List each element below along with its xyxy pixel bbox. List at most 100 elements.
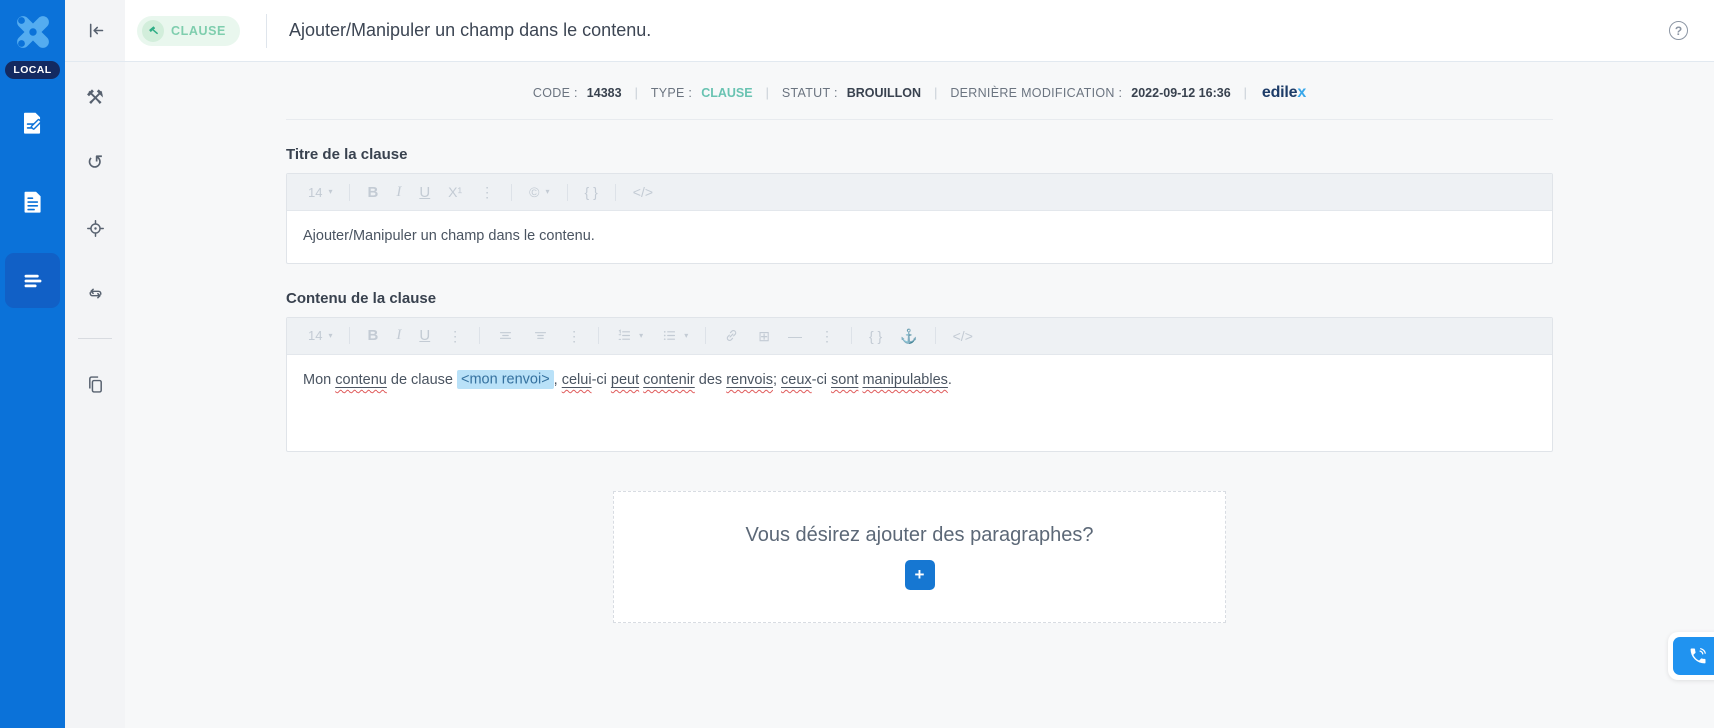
italic-button[interactable]: I [387,328,410,343]
locate-button[interactable] [75,208,115,248]
align-overflow-button[interactable]: ⋮ [558,329,590,343]
meta-value: 14383 [586,86,622,100]
help-button[interactable]: ? [1669,21,1688,40]
misspelled-word: ceux [781,372,812,388]
doc-edit-icon [20,110,46,136]
repeat-button[interactable] [75,273,115,313]
app-root: LOCAL ⚒ ↺ CLAUSE Ajouter/Manipuler un cha… [0,0,1714,728]
phone-button[interactable] [1673,637,1714,675]
add-paragraph-button[interactable]: + [904,559,935,590]
question-mark-icon: ? [1674,23,1683,38]
misspelled-word-text: renvois [726,371,773,388]
sidebar-item-redaction[interactable] [5,95,60,150]
chevron-down-icon: ▾ [684,330,689,340]
align-center-button[interactable] [523,327,558,344]
support-phone-container [1668,632,1714,680]
superscript-button[interactable]: X¹ [439,185,471,199]
link-button[interactable] [714,327,749,344]
title-section: Titre de la clause 14 ▾ B I U X¹ ⋮ © ▾{ } </> Ajo… [286,146,1553,264]
insert-table-glyph: ⊞ [758,327,770,344]
align-overflow-glyph: ⋮ [567,327,582,344]
bold-button[interactable]: B [358,328,387,343]
meta-separator: | [934,86,938,100]
toolbar-separator [598,327,600,345]
italic-button[interactable]: I [387,184,410,200]
collapse-sidebar-button[interactable] [75,11,115,51]
page-title: Ajouter/Manipuler un champ dans le conte… [289,20,652,40]
horizontal-rule-button[interactable]: — [779,329,811,343]
edilex-logo: edilex [1262,84,1306,102]
content-editor-content[interactable]: Mon contenu de clause <mon renvoi>, celu… [287,355,1552,451]
misspelled-word: peut [611,372,639,388]
toolbar-separator [479,327,481,345]
header-divider [266,13,267,48]
underline-button[interactable]: U [410,185,439,200]
misspelled-word-text: contenu [335,371,387,388]
braces-button[interactable]: { } [576,185,607,199]
toolbar-separator [705,327,707,345]
braces-button[interactable]: { } [860,329,891,343]
bold-glyph: B [367,327,379,345]
copy-button[interactable] [75,364,115,404]
overflow-menu-glyph: ⋮ [480,184,495,200]
misspelled-word-text: sont [831,371,859,388]
source-code-glyph: </> [952,327,973,344]
bold-button[interactable]: B [358,185,387,200]
chevron-down-icon: ▾ [639,330,644,340]
title-text: Ajouter/Manipuler un champ dans le conte… [303,228,595,244]
gavel-icon [142,19,164,42]
misspelled-word: sont [831,372,858,388]
edilex-logo-x: x [1297,84,1307,101]
misspelled-word-text: celui [561,371,592,388]
sidebar-divider [78,338,112,339]
insert-overflow-glyph: ⋮ [819,327,834,344]
toolbar-separator [850,327,852,345]
anchor-glyph: ⚓ [900,327,918,344]
braces-glyph: { } [868,327,883,344]
renvoi-field-chip[interactable]: <mon renvoi> [457,370,554,390]
underline-button[interactable]: U [410,328,439,343]
page-header: CLAUSE Ajouter/Manipuler un champ dans l… [125,0,1714,62]
special-characters-button[interactable]: © ▾ [520,185,558,199]
source-code-button[interactable]: </> [944,329,982,343]
meta-value: BROUILLON [846,86,922,100]
overflow-menu-button[interactable]: ⋮ [471,185,503,199]
environment-badge: LOCAL [5,61,60,79]
braces-glyph: { } [584,184,598,200]
list-ol-icon [616,327,633,344]
tools-nav: ⚒ ↺ [75,78,115,404]
font-size-select[interactable]: 14 ▾ [299,329,341,342]
tools-button[interactable]: ⚒ [75,78,115,118]
history-button[interactable]: ↺ [75,143,115,183]
source-code-button[interactable]: </> [624,185,662,199]
sidebar-item-documents[interactable] [5,174,60,229]
clause-type-badge: CLAUSE [137,15,240,46]
content-editor: 14 ▾ B I U ⋮ ⋮ ▾ ▾ ⊞ — ⋮ { } ⚓ </> Mon contenu de clau… [286,316,1553,452]
tools-icon: ⚒ [86,87,104,109]
align-left-button[interactable] [488,327,523,344]
ordered-list-button[interactable]: ▾ [607,327,652,344]
title-editor-content[interactable]: Ajouter/Manipuler un champ dans le conte… [287,211,1552,263]
meta-label: CODE : [532,86,578,100]
insert-overflow-button[interactable]: ⋮ [811,329,843,343]
bold-glyph: B [367,183,379,201]
content-section: Contenu de la clause 14 ▾ B I U ⋮ ⋮ ▾ ▾ ⊞ — ⋮ { } ⚓ </… [286,290,1553,452]
font-size-select[interactable]: 14 ▾ [299,186,341,199]
content-editor-toolbar: 14 ▾ B I U ⋮ ⋮ ▾ ▾ ⊞ — ⋮ { } ⚓ </> [287,317,1552,355]
doc-icon [20,189,46,215]
insert-table-button[interactable]: ⊞ [749,329,779,343]
meta-label: DERNIÈRE MODIFICATION : [950,86,1123,100]
anchor-button[interactable]: ⚓ [891,329,926,343]
app-logo-icon[interactable] [11,10,55,54]
title-editor: 14 ▾ B I U X¹ ⋮ © ▾ { } </> Ajouter/Manipuler un c… [286,173,1553,264]
overflow-menu-button[interactable]: ⋮ [439,329,471,343]
source-code-glyph: </> [632,184,654,200]
phone-icon [1688,646,1708,666]
misspelled-word: renvois [726,372,773,388]
toolbar-separator [349,183,351,201]
bullet-list-button[interactable]: ▾ [652,327,697,344]
sidebar-item-clauses[interactable] [5,253,60,308]
toolbar-separator [614,183,616,201]
toolbar-separator [349,327,351,345]
meta-separator: | [765,86,769,100]
